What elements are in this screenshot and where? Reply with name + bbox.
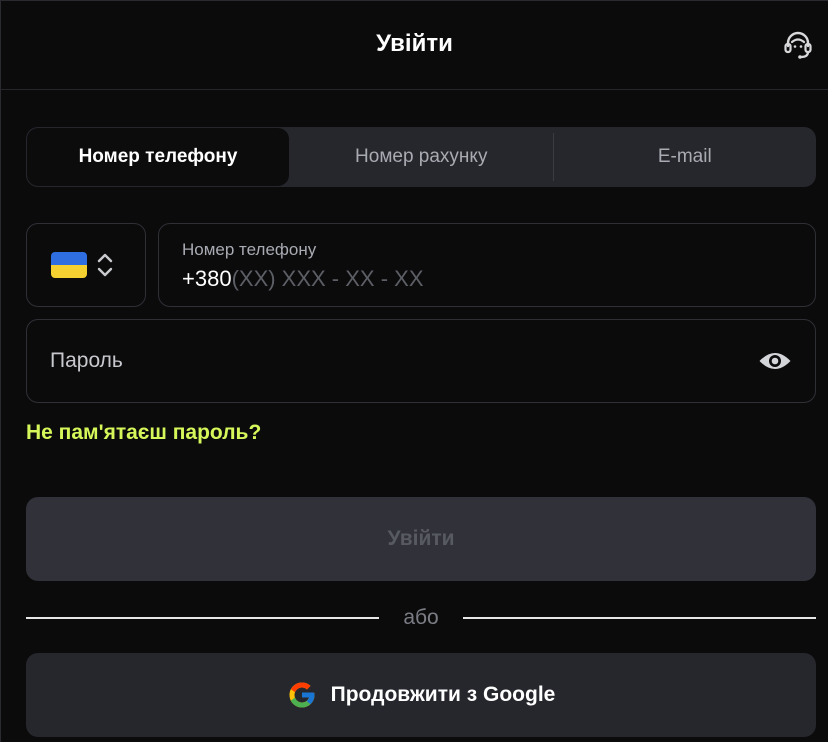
support-button[interactable] <box>780 27 816 63</box>
tab-phone-number[interactable]: Номер телефону <box>27 128 289 186</box>
phone-prefix: +380 <box>182 266 232 291</box>
password-placeholder: Пароль <box>50 349 123 372</box>
eye-icon <box>759 353 791 369</box>
phone-input-value: +380(XX) XXX - XX - XX <box>182 266 792 292</box>
password-input[interactable]: Пароль <box>26 319 816 403</box>
divider-line-left <box>26 617 380 619</box>
phone-input-label: Номер телефону <box>182 240 317 259</box>
tab-email[interactable]: E-mail <box>554 127 817 187</box>
forgot-password-link[interactable]: Не пам'ятаєш пароль? <box>26 421 261 445</box>
phone-row: Номер телефону +380(XX) XXX - XX - XX <box>26 223 816 307</box>
ukraine-flag-icon <box>51 252 87 278</box>
or-divider: або <box>26 605 817 631</box>
modal-header: Увійти <box>1 1 828 90</box>
country-code-select[interactable] <box>26 223 146 307</box>
phone-mask: (XX) XXX - XX - XX <box>231 266 424 291</box>
page-title: Увійти <box>376 30 453 57</box>
show-password-button[interactable] <box>757 343 793 379</box>
tab-account-number[interactable]: Номер рахунку <box>290 127 553 187</box>
google-button-label: Продовжити з Google <box>330 683 556 706</box>
google-login-button[interactable]: Продовжити з Google <box>26 653 816 737</box>
login-button[interactable]: Увійти <box>26 497 816 581</box>
headset-icon <box>784 31 812 59</box>
login-modal: Увійти Номер телефону Номер рахунку E-ma… <box>0 0 828 742</box>
chevron-up-down-icon <box>97 253 113 277</box>
divider-text: або <box>403 606 439 629</box>
google-icon <box>289 682 315 708</box>
divider-line-right <box>462 617 817 619</box>
login-method-tabs: Номер телефону Номер рахунку E-mail <box>26 127 816 187</box>
phone-input[interactable]: Номер телефону +380(XX) XXX - XX - XX <box>158 223 816 307</box>
login-form: Номер телефону Номер рахунку E-mail Номе… <box>1 127 828 737</box>
